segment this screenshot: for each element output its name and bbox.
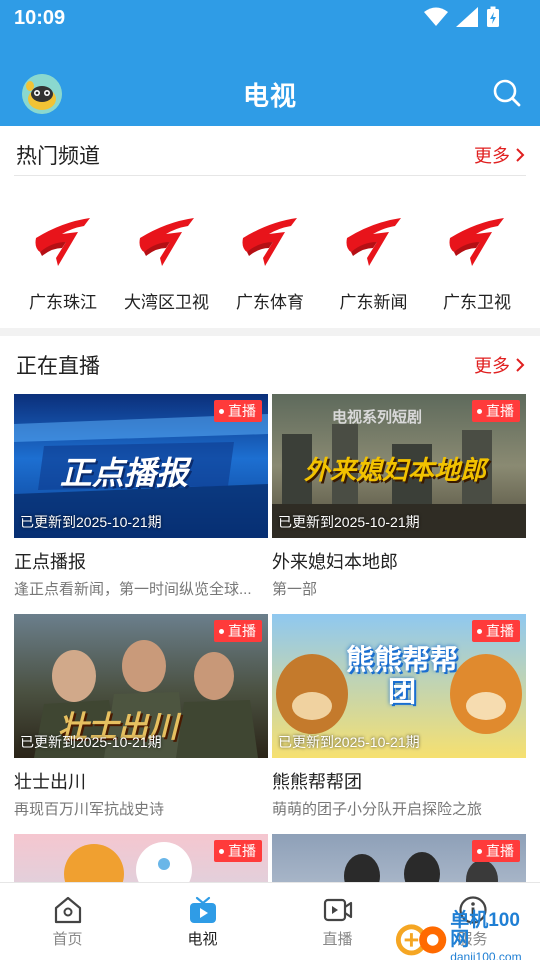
program-title: 外来媳妇本地郎 xyxy=(272,552,398,572)
search-icon[interactable] xyxy=(492,78,522,108)
program-thumbnail: 壮士出川 直播 已更新到2025-10-21期 xyxy=(14,614,268,758)
live-now-section: 正在直播 更多 正点播报 直播 已更新到2025-10-21期 正点播报 逢正点… xyxy=(0,336,540,882)
program-card[interactable]: 直播 xyxy=(14,834,268,882)
channel-name: 广东新闻 xyxy=(339,293,408,312)
site-watermark: 单机100网 danji100.com xyxy=(394,911,536,960)
overlay-caption: 电视系列短剧 xyxy=(332,409,423,426)
program-thumbnail: 电视系列短剧 外来媳妇本地郎 直播 已更新到2025-10-21期 xyxy=(272,394,526,538)
nav-label: 电视 xyxy=(187,931,218,948)
home-icon xyxy=(54,896,81,924)
channel-name: 广东体育 xyxy=(236,293,304,312)
channel-name: 广东珠江 xyxy=(29,293,97,312)
battery-charging-icon xyxy=(487,6,499,27)
live-badge: 直播 xyxy=(214,400,262,422)
program-desc: 萌萌的团子小分队开启探险之旅 xyxy=(272,801,483,818)
live-now-header: 正在直播 更多 xyxy=(16,350,526,380)
more-link[interactable]: 更多 xyxy=(474,142,526,168)
live-badge: 直播 xyxy=(214,620,262,642)
updated-label: 已更新到2025-10-21期 xyxy=(278,514,420,530)
live-badge: 直播 xyxy=(472,840,520,862)
nav-item-live[interactable]: 直播 xyxy=(270,883,405,960)
page-title: 电视 xyxy=(242,81,297,111)
signal-icon xyxy=(456,7,478,27)
overlay-title: 外来媳妇本地郎 xyxy=(304,455,487,485)
program-title: 熊熊帮帮团 xyxy=(272,772,362,792)
section-title: 正在直播 xyxy=(16,355,100,378)
live-badge: 直播 xyxy=(472,620,520,642)
channel-item[interactable]: 广东珠江 xyxy=(14,212,112,313)
program-thumbnail: 正点播报 直播 已更新到2025-10-21期 xyxy=(14,394,268,538)
gdtv-logo-icon xyxy=(139,218,194,266)
more-link[interactable]: 更多 xyxy=(474,352,526,378)
channel-list: 广东珠江 大湾区卫视 广东体育 广东新闻 广东卫视 xyxy=(14,212,526,313)
overlay-title: 正点播报 xyxy=(60,455,189,491)
gdtv-logo-icon xyxy=(346,218,401,266)
program-desc: 逢正点看新闻，第一时间纵览全球... xyxy=(14,581,252,598)
program-thumbnail: 熊熊帮帮团 直播 已更新到2025-10-21期 xyxy=(272,614,526,758)
gdtv-logo-icon xyxy=(242,218,297,266)
video-icon xyxy=(323,898,352,922)
overlay-title: 熊熊帮帮团 xyxy=(345,644,458,708)
wifi-icon xyxy=(424,7,448,26)
more-label: 更多 xyxy=(474,146,510,166)
chevron-right-icon xyxy=(516,358,525,372)
tv-icon xyxy=(189,896,216,923)
gdtv-logo-icon xyxy=(35,218,90,266)
channel-name: 广东卫视 xyxy=(443,293,511,312)
channel-item[interactable]: 广东体育 xyxy=(221,212,319,313)
more-label: 更多 xyxy=(474,356,510,376)
updated-label: 已更新到2025-10-21期 xyxy=(278,734,420,750)
live-badge: 直播 xyxy=(472,400,520,422)
program-card[interactable]: 电视系列短剧 外来媳妇本地郎 直播 已更新到2025-10-21期 外来媳妇本地… xyxy=(272,394,526,599)
hot-channels-section: 热门频道 更多 广东珠江 大湾区卫视 广东体育 广东新闻 广东卫视 xyxy=(0,126,540,328)
watermark-logo-icon xyxy=(395,924,447,956)
nav-item-tv[interactable]: 电视 xyxy=(135,883,270,960)
channel-item[interactable]: 大湾区卫视 xyxy=(118,212,216,313)
program-card[interactable]: 熊熊帮帮团 直播 已更新到2025-10-21期 熊熊帮帮团 萌萌的团子小分队开… xyxy=(272,614,526,819)
channel-item[interactable]: 广东卫视 xyxy=(428,212,526,313)
program-card[interactable]: 正点播报 直播 已更新到2025-10-21期 正点播报 逢正点看新闻，第一时间… xyxy=(14,394,268,599)
hot-channels-header: 热门频道 更多 xyxy=(16,140,526,170)
program-thumbnail: 直播 xyxy=(14,834,268,882)
program-card[interactable]: 壮士出川 直播 已更新到2025-10-21期 壮士出川 再现百万川军抗战史诗 xyxy=(14,614,268,819)
watermark-main: 单机100网 xyxy=(450,910,520,950)
nav-item-home[interactable]: 首页 xyxy=(0,883,135,960)
updated-label: 已更新到2025-10-21期 xyxy=(20,734,162,750)
program-desc: 第一部 xyxy=(272,581,318,598)
status-icons xyxy=(424,6,500,28)
app-header: 10:09 电视 xyxy=(0,0,540,126)
program-desc: 再现百万川军抗战史诗 xyxy=(14,801,165,818)
nav-label: 首页 xyxy=(52,931,83,948)
program-title: 壮士出川 xyxy=(14,772,86,792)
program-card[interactable]: 直播 xyxy=(272,834,526,882)
channel-name: 大湾区卫视 xyxy=(124,293,209,312)
status-time: 10:09 xyxy=(14,7,66,29)
section-title: 热门频道 xyxy=(16,145,100,168)
program-thumbnail: 直播 xyxy=(272,834,526,882)
nav-label: 直播 xyxy=(322,931,353,948)
live-badge: 直播 xyxy=(214,840,262,862)
chevron-right-icon xyxy=(516,148,525,162)
watermark-sub: danji100.com xyxy=(450,950,522,960)
channel-item[interactable]: 广东新闻 xyxy=(325,212,423,313)
updated-label: 已更新到2025-10-21期 xyxy=(20,514,162,530)
program-title: 正点播报 xyxy=(14,552,86,572)
gdtv-logo-icon xyxy=(449,218,504,266)
divider xyxy=(14,175,526,176)
